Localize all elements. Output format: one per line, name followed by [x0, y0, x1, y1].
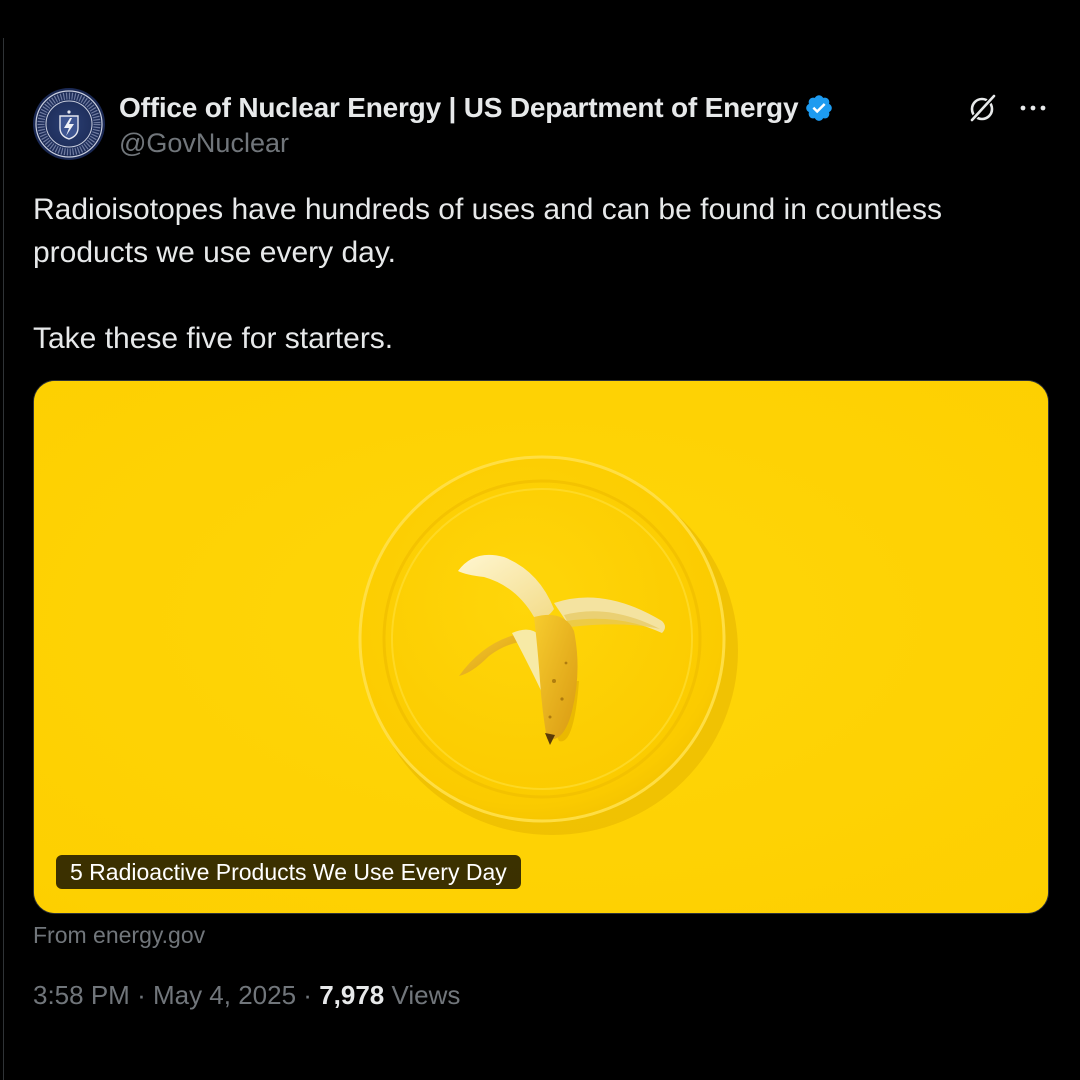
author-handle[interactable]: @GovNuclear — [119, 128, 834, 159]
link-card-source[interactable]: From energy.gov — [33, 922, 205, 949]
verified-badge-icon[interactable] — [804, 93, 834, 123]
tweet-time[interactable]: 3:58 PM — [33, 980, 130, 1010]
tweet-text: Radioisotopes have hundreds of uses and … — [33, 193, 942, 355]
more-options-icon[interactable] — [1017, 92, 1049, 124]
grok-icon[interactable] — [967, 92, 999, 124]
avatar[interactable] — [33, 88, 105, 160]
tweet-header: Office of Nuclear Energy | US Department… — [33, 88, 1049, 162]
display-name-row: Office of Nuclear Energy | US Department… — [119, 90, 834, 126]
author-names: Office of Nuclear Energy | US Department… — [119, 90, 834, 159]
views-label: Views — [391, 980, 461, 1010]
link-card[interactable]: 5 Radioactive Products We Use Every Day — [33, 380, 1049, 914]
views-count[interactable]: 7,978 — [319, 980, 384, 1010]
link-card-title[interactable]: 5 Radioactive Products We Use Every Day — [56, 855, 521, 889]
timeline-border — [3, 38, 4, 1080]
meta-separator-2: · — [303, 980, 312, 1010]
department-of-energy-seal-icon — [35, 90, 103, 158]
tweet-metadata: 3:58 PM · May 4, 2025 · 7,978 Views — [33, 980, 460, 1011]
tweet-actions — [967, 92, 1049, 124]
tweet[interactable]: Office of Nuclear Energy | US Department… — [33, 88, 1049, 1010]
banana-on-plate-image — [34, 381, 1048, 913]
author-display-name[interactable]: Office of Nuclear Energy | US Department… — [119, 92, 799, 124]
tweet-date[interactable]: May 4, 2025 — [153, 980, 296, 1010]
meta-separator: · — [137, 980, 146, 1010]
